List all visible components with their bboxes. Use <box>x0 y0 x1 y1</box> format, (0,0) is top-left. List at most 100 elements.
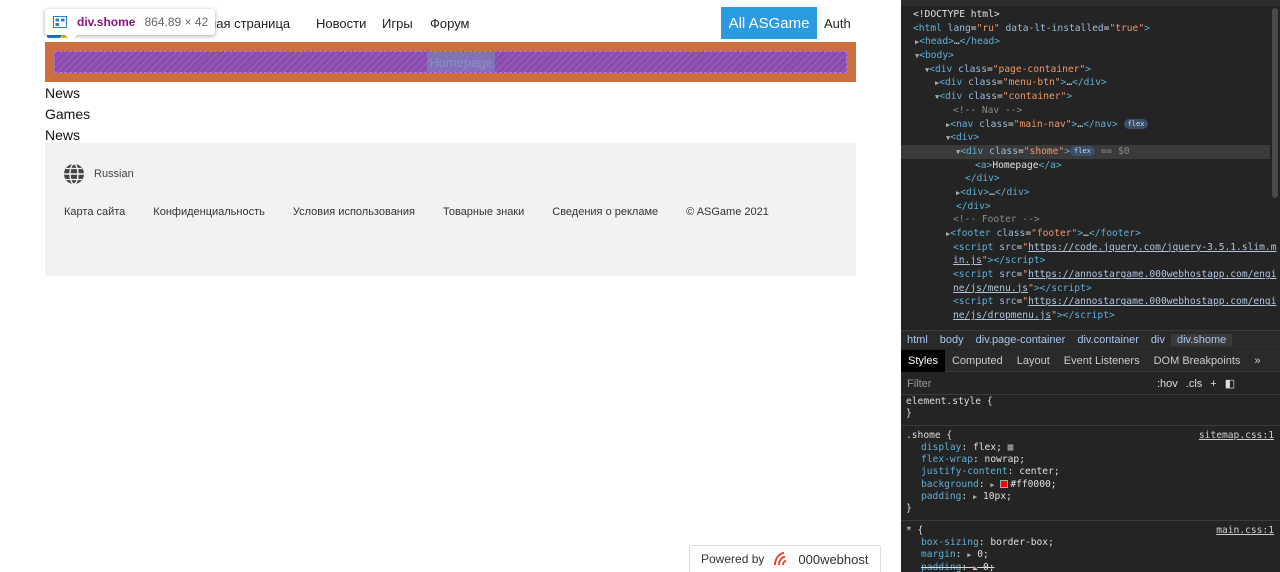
breadcrumb-shome[interactable]: div.shome <box>1170 334 1233 346</box>
css-declaration[interactable]: justify-content: center; <box>906 466 1274 478</box>
css-declaration[interactable]: box-sizing: border-box; <box>906 537 1274 549</box>
screen: Главная страница Новости Игры Форум All … <box>0 0 1280 572</box>
flex-editor-icon[interactable]: ▦ <box>1008 442 1014 453</box>
hov-button[interactable]: :hov <box>1157 378 1178 390</box>
dom-node[interactable]: ▶<footer class="footer">…</footer> <box>901 227 1270 241</box>
dom-node[interactable]: in.js"></script> <box>901 254 1270 268</box>
css-property[interactable]: margin <box>921 549 956 560</box>
footer-link-advertising[interactable]: Сведения о рекламе <box>552 206 658 218</box>
dom-node[interactable]: </div> <box>901 172 1270 186</box>
dom-node[interactable]: ▶<div class="menu-btn">…</div> <box>901 76 1270 90</box>
css-declaration[interactable]: flex-wrap: nowrap; <box>906 454 1274 466</box>
footer-link-sitemap[interactable]: Карта сайта <box>64 206 125 218</box>
tab-dom-breakpoints[interactable]: DOM Breakpoints <box>1147 350 1248 372</box>
nav-link-news[interactable]: Новости <box>316 16 366 31</box>
css-value[interactable]: 0; <box>983 562 995 572</box>
dom-node[interactable]: <script src="https://code.jquery.com/jqu… <box>901 241 1276 255</box>
dom-node[interactable]: <script src="https://annostargame.000web… <box>901 295 1276 309</box>
rule-shome-source-link[interactable]: sitemap.css:1 <box>1199 430 1274 442</box>
tab-computed[interactable]: Computed <box>945 350 1010 372</box>
rule-universal-source-link[interactable]: main.css:1 <box>1216 525 1274 537</box>
dom-node[interactable]: ▶<head>…</head> <box>901 35 1270 49</box>
dom-node[interactable]: <!-- Footer --> <box>901 213 1270 227</box>
css-property[interactable]: flex-wrap <box>921 454 973 465</box>
tab-styles[interactable]: Styles <box>901 349 945 372</box>
powered-by-badge[interactable]: Powered by 000webhost <box>689 545 881 572</box>
breadcrumb-page-container[interactable]: div.page-container <box>970 334 1072 346</box>
css-value[interactable]: nowrap; <box>985 454 1025 465</box>
breadcrumb-div[interactable]: div <box>1145 334 1171 346</box>
nav-link-games[interactable]: Игры <box>382 16 413 31</box>
expand-arrow-icon[interactable]: ▶ <box>990 481 994 489</box>
styles-filter-input[interactable] <box>907 377 1157 390</box>
rule-universal-selector[interactable]: * { <box>906 525 923 536</box>
footer-link-trademarks[interactable]: Товарные знаки <box>443 206 524 218</box>
auth-link[interactable]: Auth <box>824 16 851 31</box>
expand-arrow-icon[interactable]: ▶ <box>973 493 977 501</box>
dom-scrollbar[interactable] <box>1272 8 1278 198</box>
tab-layout[interactable]: Layout <box>1010 350 1057 372</box>
dom-node[interactable]: ▶<div>…</div> <box>901 186 1270 200</box>
css-property[interactable]: padding <box>921 491 961 502</box>
css-property[interactable]: box-sizing <box>921 537 979 548</box>
css-property[interactable]: background <box>921 479 979 490</box>
dom-node[interactable]: ▼<div class="page-container"> <box>901 63 1270 77</box>
homepage-link[interactable]: Homepage <box>427 52 495 72</box>
dom-node[interactable]: <script src="https://annostargame.000web… <box>901 268 1276 282</box>
css-value[interactable]: 10px; <box>983 491 1012 502</box>
expand-arrow-icon[interactable]: ▶ <box>967 551 971 559</box>
css-declaration[interactable]: margin: ▶ 0; <box>906 549 1274 561</box>
list-item[interactable]: Games <box>45 105 90 126</box>
dom-node[interactable]: <!-- Nav --> <box>901 104 1270 118</box>
tab-more[interactable]: » <box>1247 350 1267 372</box>
breadcrumb-container[interactable]: div.container <box>1071 334 1145 346</box>
dom-node[interactable]: ▼<body> <box>901 49 1270 63</box>
css-value[interactable]: border-box; <box>990 537 1054 548</box>
expand-arrow-icon[interactable]: ▶ <box>973 564 977 572</box>
dom-node[interactable]: ne/js/dropmenu.js"></script> <box>901 309 1270 323</box>
computed-sidebar-icon[interactable]: ◧ <box>1225 377 1235 390</box>
element-style-selector[interactable]: element.style { <box>906 396 1274 408</box>
css-property[interactable]: padding <box>921 562 961 572</box>
breadcrumb: html body div.page-container div.contain… <box>901 330 1280 349</box>
inspect-tooltip: div.shome 864.89 × 42 <box>45 9 215 41</box>
color-swatch[interactable] <box>1000 479 1009 488</box>
css-value[interactable]: #ff0000; <box>1010 479 1056 490</box>
css-declaration[interactable]: display: flex; ▦ <box>906 442 1274 454</box>
dom-tree[interactable]: <!DOCTYPE html> <html lang="ru" data-lt-i… <box>901 8 1276 330</box>
nav-link-forum[interactable]: Форум <box>430 16 470 31</box>
css-declaration[interactable]: background: ▶ #ff0000; <box>906 479 1274 491</box>
dom-node[interactable]: ne/js/menu.js"></script> <box>901 282 1270 296</box>
css-value[interactable]: 0; <box>977 549 989 560</box>
footer: Russian Карта сайта Конфиденциальность У… <box>45 143 856 276</box>
webhost-brand: 000webhost <box>798 551 869 567</box>
css-value[interactable]: flex; <box>973 442 1002 453</box>
css-declaration-overridden[interactable]: padding: ▶ 0; <box>906 562 1274 572</box>
powered-by-text: Powered by <box>701 552 765 566</box>
rule-shome-selector[interactable]: .shome { <box>906 430 952 441</box>
breadcrumb-body[interactable]: body <box>934 334 970 346</box>
footer-link-privacy[interactable]: Конфиденциальность <box>153 206 265 218</box>
css-declaration[interactable]: padding: ▶ 10px; <box>906 491 1274 503</box>
dom-node[interactable]: ▶<nav class="main-nav">…</nav> flex <box>901 118 1270 132</box>
dom-node[interactable]: ▼<div> <box>901 131 1270 145</box>
cls-button[interactable]: .cls <box>1186 378 1203 390</box>
footer-link-terms[interactable]: Условия использования <box>293 206 415 218</box>
dom-node[interactable]: ▼<div class="container"> <box>901 90 1270 104</box>
dom-node[interactable]: <html lang="ru" data-lt-installed="true"… <box>901 22 1270 36</box>
dom-node-selected[interactable]: ▼<div class="shome"> flex == $0 <box>901 144 1270 159</box>
tab-event-listeners[interactable]: Event Listeners <box>1057 350 1147 372</box>
language-selector[interactable]: Russian <box>63 163 134 185</box>
all-asgame-button[interactable]: All ASGame <box>721 7 817 39</box>
dom-node[interactable]: <a>Homepage</a> <box>901 159 1270 173</box>
css-property[interactable]: display <box>921 442 961 453</box>
css-value[interactable]: center; <box>1019 466 1059 477</box>
dom-node[interactable]: </div> <box>901 200 1270 214</box>
breadcrumb-html[interactable]: html <box>901 334 934 346</box>
devtools-panel: <!DOCTYPE html> <html lang="ru" data-lt-i… <box>901 0 1280 572</box>
list-item[interactable]: News <box>45 84 90 105</box>
dom-node[interactable]: <!DOCTYPE html> <box>901 8 1270 22</box>
new-rule-button[interactable]: + <box>1210 378 1216 390</box>
css-property[interactable]: justify-content <box>921 466 1008 477</box>
rule-shome-close: } <box>906 503 912 515</box>
